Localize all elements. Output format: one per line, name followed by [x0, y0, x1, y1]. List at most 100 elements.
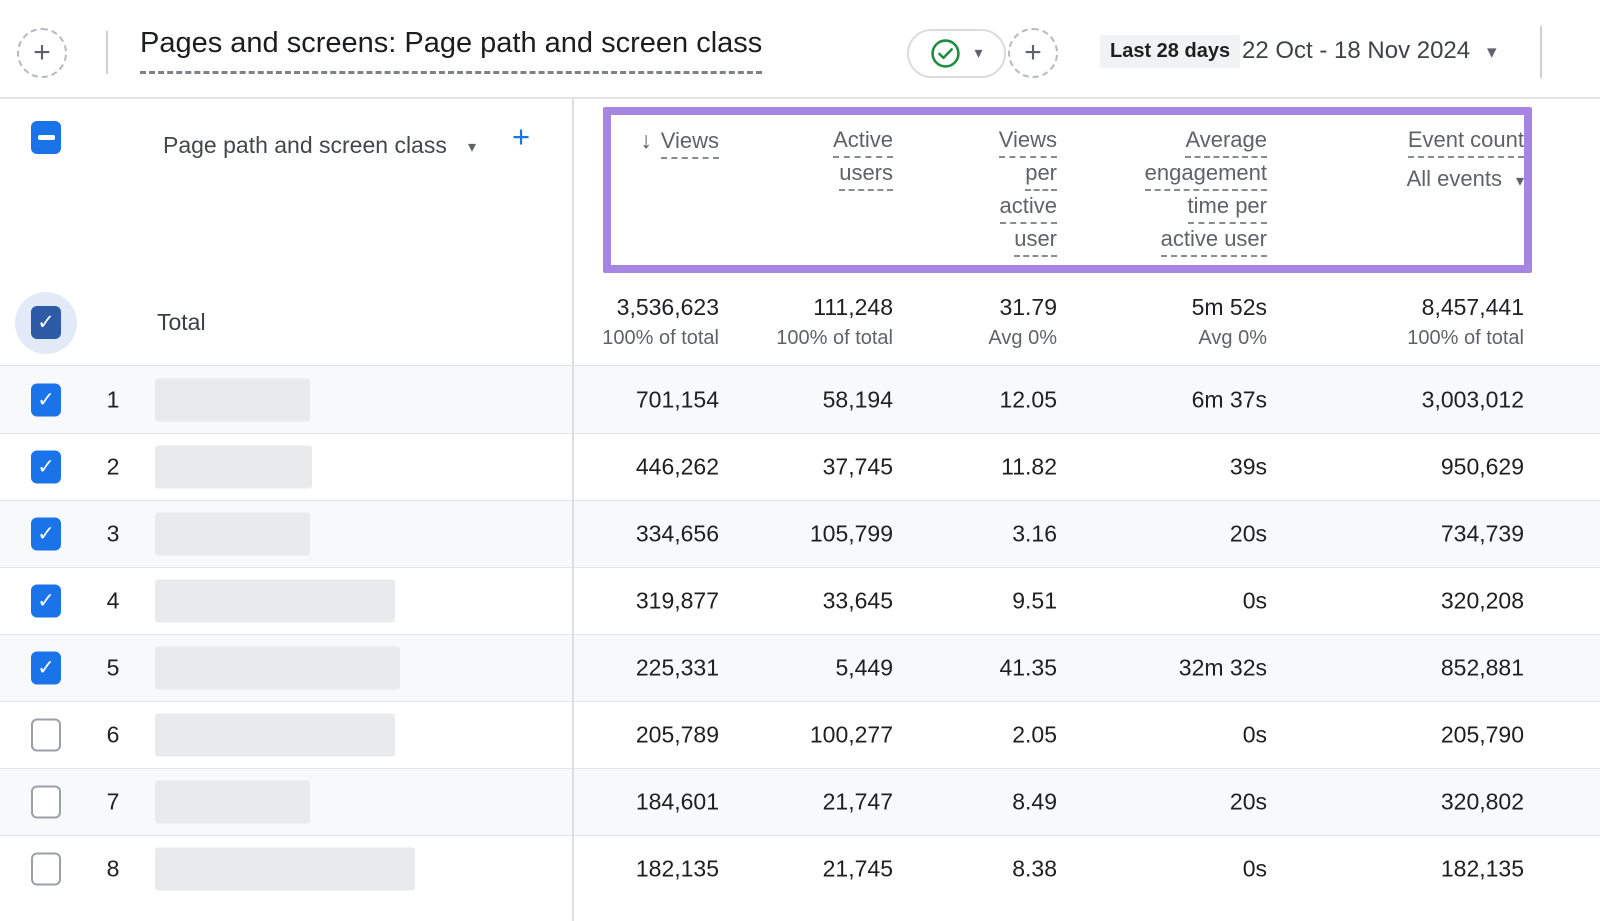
total-avg-engagement-time-share: Avg 0%: [1198, 327, 1267, 350]
check-icon: ✓: [37, 457, 55, 478]
add-dimension-button[interactable]: +: [512, 121, 530, 152]
cell-views: 182,135: [636, 856, 719, 883]
column-label: user: [1014, 226, 1057, 257]
row-rank: 7: [100, 789, 126, 816]
cell-avg-engagement-time: 0s: [1243, 588, 1267, 615]
row-checkbox[interactable]: ✓: [31, 719, 61, 752]
total-active-users-share: 100% of total: [776, 327, 893, 350]
cell-avg-engagement-time: 39s: [1230, 454, 1267, 481]
column-label: Views: [661, 128, 719, 159]
row-rank: 3: [100, 521, 126, 548]
column-header-avg-engagement-time[interactable]: Average engagement time per active user: [1145, 127, 1267, 259]
cell-views-per-active-user: 9.51: [1012, 588, 1057, 615]
check-icon: ✓: [37, 312, 55, 333]
ga4-pages-and-screens-report: + Pages and screens: Page path and scree…: [0, 0, 1600, 921]
check-icon: ✓: [37, 658, 55, 679]
row-checkbox[interactable]: ✓: [31, 652, 61, 685]
table-row: ✓ 8 182,135 21,745 8.38 0s 182,135: [0, 835, 1600, 902]
add-comparison-button[interactable]: +: [17, 28, 67, 78]
chevron-down-icon: ▾: [974, 46, 982, 62]
redacted-page-path: [155, 446, 312, 489]
page-title: Pages and screens: Page path and screen …: [140, 27, 762, 74]
cell-active-users: 105,799: [810, 521, 893, 548]
redacted-page-path: [155, 647, 400, 690]
cell-avg-engagement-time: 32m 32s: [1179, 655, 1267, 682]
cell-event-count: 182,135: [1441, 856, 1524, 883]
row-checkbox[interactable]: ✓: [31, 383, 61, 416]
report-topbar: + Pages and screens: Page path and scree…: [0, 0, 1600, 97]
page-title-text[interactable]: Pages and screens: Page path and screen …: [140, 27, 762, 74]
table-row: ✓ 6 205,789 100,277 2.05 0s 205,790: [0, 701, 1600, 768]
row-rank: 2: [100, 454, 126, 481]
cell-active-users: 100,277: [810, 722, 893, 749]
column-label: Average: [1185, 127, 1267, 158]
cell-active-users: 37,745: [823, 454, 893, 481]
cell-event-count: 734,739: [1441, 521, 1524, 548]
date-range-selector[interactable]: 22 Oct - 18 Nov 2024: [1242, 37, 1470, 65]
chevron-down-icon: ▾: [1516, 173, 1524, 190]
row-rank: 6: [100, 722, 126, 749]
cell-avg-engagement-time: 0s: [1243, 722, 1267, 749]
row-rank: 1: [100, 386, 126, 413]
column-label: per: [1025, 160, 1057, 191]
row-rank: 4: [100, 588, 126, 615]
redacted-page-path: [155, 378, 310, 421]
column-header-views[interactable]: ↓Views: [640, 127, 719, 161]
total-checkbox[interactable]: ✓: [31, 306, 61, 339]
chevron-down-icon: ▾: [468, 140, 476, 156]
total-active-users: 111,248: [813, 294, 893, 321]
cell-event-count: 320,802: [1441, 789, 1524, 816]
cell-views-per-active-user: 8.49: [1012, 789, 1057, 816]
cell-views: 319,877: [636, 588, 719, 615]
column-label: Event count: [1408, 127, 1524, 158]
row-checkbox[interactable]: ✓: [31, 451, 61, 484]
select-all-checkbox[interactable]: [31, 121, 61, 154]
indeterminate-icon: [38, 135, 55, 140]
cell-views: 334,656: [636, 521, 719, 548]
cell-event-count: 852,881: [1441, 655, 1524, 682]
table-row: ✓ 7 184,601 21,747 8.49 20s 320,802: [0, 768, 1600, 835]
redacted-page-path: [155, 848, 415, 891]
cell-active-users: 33,645: [823, 588, 893, 615]
column-label: active: [1000, 193, 1057, 224]
cell-event-count: 950,629: [1441, 454, 1524, 481]
total-event-count-share: 100% of total: [1407, 327, 1524, 350]
cell-avg-engagement-time: 20s: [1230, 789, 1267, 816]
add-icon: +: [33, 38, 51, 68]
row-checkbox[interactable]: ✓: [31, 853, 61, 886]
cell-views-per-active-user: 12.05: [999, 386, 1057, 413]
cell-active-users: 58,194: [823, 386, 893, 413]
cell-avg-engagement-time: 0s: [1243, 856, 1267, 883]
cell-event-count: 3,003,012: [1422, 386, 1524, 413]
column-header-views-per-active-user[interactable]: Views per active user: [999, 127, 1057, 259]
cell-event-count: 320,208: [1441, 588, 1524, 615]
column-divider: [572, 99, 574, 921]
report-status-dropdown[interactable]: ▾: [907, 29, 1006, 78]
total-avg-engagement-time: 5m 52s: [1192, 294, 1267, 321]
column-label: engagement: [1145, 160, 1267, 191]
column-header-event-count[interactable]: Event count All events▾: [1407, 127, 1524, 192]
event-filter-dropdown[interactable]: All events▾: [1407, 166, 1524, 192]
column-header-active-users[interactable]: Active users: [833, 127, 893, 193]
add-report-button[interactable]: +: [1008, 28, 1058, 78]
check-icon: ✓: [37, 389, 55, 410]
cell-avg-engagement-time: 6m 37s: [1192, 386, 1267, 413]
cell-active-users: 5,449: [835, 655, 893, 682]
row-rank: 5: [100, 655, 126, 682]
table-row: ✓ 2 446,262 37,745 11.82 39s 950,629: [0, 433, 1600, 500]
check-icon: ✓: [37, 524, 55, 545]
row-checkbox[interactable]: ✓: [31, 585, 61, 618]
column-label: users: [839, 160, 893, 191]
table-header: Page path and screen class ▾ + ↓Views Ac…: [0, 99, 1600, 281]
cell-views-per-active-user: 8.38: [1012, 856, 1057, 883]
table-row: ✓ 5 225,331 5,449 41.35 32m 32s 852,881: [0, 634, 1600, 701]
cell-views-per-active-user: 3.16: [1012, 521, 1057, 548]
total-views-per-active-user-share: Avg 0%: [988, 327, 1057, 350]
row-checkbox[interactable]: ✓: [31, 518, 61, 551]
cell-views: 701,154: [636, 386, 719, 413]
total-views-share: 100% of total: [602, 327, 719, 350]
total-views: 3,536,623: [617, 294, 719, 321]
dimension-header[interactable]: Page path and screen class: [163, 132, 447, 159]
row-checkbox[interactable]: ✓: [31, 786, 61, 819]
redacted-page-path: [155, 580, 395, 623]
